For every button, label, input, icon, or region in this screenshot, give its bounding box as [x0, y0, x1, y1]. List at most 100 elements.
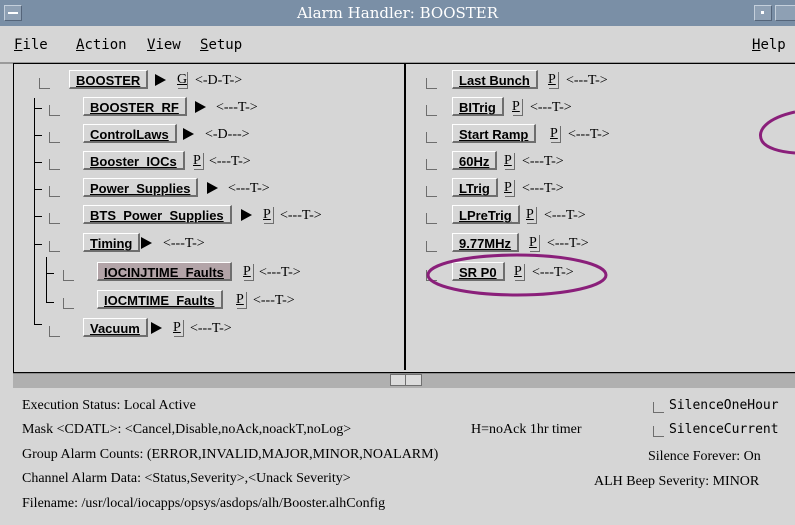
group-button[interactable]: IOCMTIME_Faults [97, 290, 223, 309]
window-title: Alarm Handler: BOOSTER [296, 4, 499, 22]
group-status: <---T-> [216, 100, 258, 115]
config-filename: Filename: /usr/local/iocapps/opsys/asdop… [22, 496, 386, 511]
flag-box [551, 126, 561, 143]
channel-status: <---T-> [544, 208, 586, 223]
ack-checkbox[interactable] [426, 159, 437, 170]
group-button-selected[interactable]: IOCINJTIME_Faults [97, 262, 232, 281]
group-button[interactable]: Timing [83, 233, 141, 252]
channel-row: BITrig P <---T-> [408, 97, 793, 119]
group-button[interactable]: ControlLaws [83, 124, 177, 143]
channel-row: Last Bunch P <---T-> [408, 70, 793, 92]
channel-status: <---T-> [530, 100, 572, 115]
expand-arrow-icon[interactable] [183, 128, 194, 140]
ack-checkbox[interactable] [49, 105, 60, 116]
group-tree-pane: BOOSTER G <-D-T-> BOOSTER_RF <---T-> Con… [13, 64, 406, 370]
flag-box [530, 235, 540, 252]
channel-alarm-data-legend: Channel Alarm Data: <Status,Severity>,<U… [22, 471, 351, 486]
group-status: <-D---> [205, 127, 250, 142]
channel-button[interactable]: LPreTrig [452, 205, 520, 224]
ack-checkbox[interactable] [426, 132, 437, 143]
channel-row: LTrig P <---T-> [408, 178, 793, 200]
window-menu-icon[interactable] [4, 5, 22, 21]
tree-row: Booster_IOCs P <---T-> [13, 151, 403, 173]
flag-box [244, 264, 254, 281]
maximize-icon[interactable] [775, 5, 795, 21]
channel-button[interactable]: Start Ramp [452, 124, 537, 143]
flag-box [549, 72, 559, 89]
flag-box [174, 320, 184, 337]
channel-list-pane: Last Bunch P <---T-> BITrig P <---T-> St… [408, 64, 795, 370]
group-status: <---T-> [253, 293, 295, 308]
silence-one-hour-checkbox[interactable] [653, 402, 664, 413]
silence-one-hour-label: SilenceOneHour [669, 398, 779, 413]
channel-button[interactable]: 60Hz [452, 151, 498, 170]
ack-checkbox[interactable] [426, 105, 437, 116]
group-status: <-D-T-> [195, 73, 243, 88]
tree-row: IOCINJTIME_Faults P <---T-> [13, 262, 403, 284]
flag-box [505, 153, 515, 170]
minimize-icon[interactable] [754, 5, 772, 21]
menu-view[interactable]: View [147, 37, 181, 53]
channel-status: <---T-> [568, 127, 610, 142]
mask-legend: Mask <CDATL>: <Cancel,Disable,noAck,noac… [22, 422, 352, 437]
expand-arrow-icon[interactable] [151, 322, 162, 334]
channel-button[interactable]: BITrig [452, 97, 504, 116]
ack-checkbox[interactable] [63, 298, 74, 309]
group-button[interactable]: Power_Supplies [83, 178, 199, 197]
expand-arrow-icon[interactable] [141, 237, 152, 249]
group-status: <---T-> [259, 265, 301, 280]
menu-help[interactable]: Help [752, 37, 786, 53]
ack-checkbox[interactable] [49, 132, 60, 143]
group-button[interactable]: Vacuum [83, 318, 148, 337]
noack-timer-legend: H=noAck 1hr timer [471, 422, 582, 437]
group-status: <---T-> [228, 181, 270, 196]
tree-row: BOOSTER_RF <---T-> [13, 97, 403, 119]
group-alarm-counts-legend: Group Alarm Counts: (ERROR,INVALID,MAJOR… [22, 447, 439, 462]
group-status: <---T-> [280, 208, 322, 223]
group-button-booster[interactable]: BOOSTER [69, 70, 149, 89]
group-status: <---T-> [190, 321, 232, 336]
ack-checkbox[interactable] [426, 186, 437, 197]
flag-box [505, 180, 515, 197]
flag-box [515, 264, 525, 281]
flag-box [178, 72, 188, 89]
group-button[interactable]: BTS_Power_Supplies [83, 205, 232, 224]
tree-row: Power_Supplies <---T-> [13, 178, 403, 200]
channel-button[interactable]: 9.77MHz [452, 233, 520, 252]
beep-severity-status: ALH Beep Severity: MINOR [594, 474, 760, 489]
tree-row: BTS_Power_Supplies P <---T-> [13, 205, 403, 227]
group-button[interactable]: Booster_IOCs [83, 151, 185, 170]
ack-checkbox[interactable] [49, 326, 60, 337]
ack-checkbox[interactable] [49, 159, 60, 170]
channel-button[interactable]: Last Bunch [452, 70, 538, 89]
ack-checkbox[interactable] [49, 213, 60, 224]
ack-checkbox[interactable] [426, 213, 437, 224]
channel-button[interactable]: LTrig [452, 178, 498, 197]
ack-checkbox[interactable] [49, 186, 60, 197]
channel-button[interactable]: SR P0 [452, 262, 505, 281]
group-status: <---T-> [163, 236, 205, 251]
channel-row: Start Ramp P <---T-> [408, 124, 793, 146]
group-button[interactable]: BOOSTER_RF [83, 97, 187, 116]
menu-setup[interactable]: Setup [200, 37, 242, 53]
title-bar[interactable]: Alarm Handler: BOOSTER [0, 0, 795, 26]
expand-arrow-icon[interactable] [241, 209, 252, 221]
divider-handle[interactable] [390, 374, 422, 386]
ack-checkbox[interactable] [426, 241, 437, 252]
channel-row: SR P0 P <---T-> [408, 262, 793, 284]
ack-checkbox[interactable] [49, 241, 60, 252]
menu-action[interactable]: Action [76, 37, 127, 53]
ack-checkbox[interactable] [63, 270, 74, 281]
tree-row: ControlLaws <-D---> [13, 124, 403, 146]
silence-forever-status: Silence Forever: On [648, 449, 761, 464]
tree-row-root: BOOSTER G <-D-T-> [13, 70, 403, 92]
ack-checkbox[interactable] [426, 78, 437, 89]
ack-checkbox[interactable] [426, 270, 437, 281]
silence-current-checkbox[interactable] [653, 426, 664, 437]
expand-arrow-icon[interactable] [155, 74, 166, 86]
expand-arrow-icon[interactable] [207, 182, 218, 194]
expand-arrow-icon[interactable] [195, 101, 206, 113]
ack-checkbox[interactable] [39, 78, 50, 89]
menu-file[interactable]: File [14, 37, 48, 53]
flag-box [513, 99, 523, 116]
